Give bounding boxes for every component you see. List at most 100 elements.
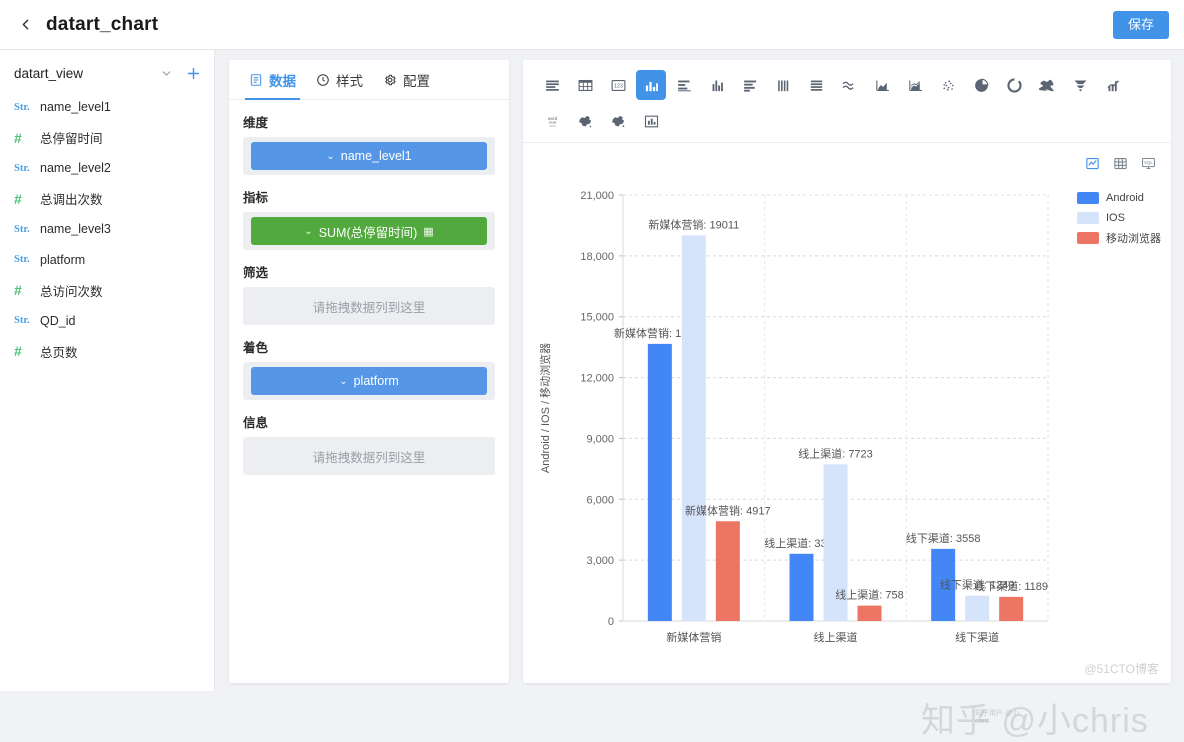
string-type-icon: Str. <box>14 223 30 235</box>
field-row[interactable]: Str. name_level3 <box>0 214 214 245</box>
y-tick-label: 6,000 <box>586 494 614 506</box>
bar[interactable] <box>715 521 740 621</box>
dropzone-dimension[interactable]: ⌄ name_level1 <box>243 137 495 175</box>
bar[interactable] <box>681 235 706 621</box>
bar-data-label: 线下渠道: 1189 <box>974 579 1048 593</box>
field-row[interactable]: Str. platform <box>0 245 214 276</box>
list-icon <box>249 73 263 87</box>
bar-data-label: 新媒体营销: 4917 <box>685 503 771 517</box>
field-row[interactable]: # 总访问次数 <box>0 275 214 306</box>
treemap-icon[interactable] <box>1032 70 1062 100</box>
legend-swatch <box>1077 232 1099 244</box>
top-bar: datart_chart 保存 <box>0 0 1184 50</box>
string-type-icon: Str. <box>14 315 30 327</box>
chevron-down-icon: ⌄ <box>326 150 335 162</box>
field-name: 总停留时间 <box>40 132 103 147</box>
china-map-icon[interactable] <box>570 106 600 136</box>
gear-icon <box>383 73 397 87</box>
field-name: name_level1 <box>40 100 111 115</box>
number-type-icon: # <box>14 190 22 207</box>
section-label-info: 信息 <box>243 416 269 430</box>
line-area-icon[interactable] <box>900 70 930 100</box>
field-chip-label: name_level1 <box>340 149 412 163</box>
field-row[interactable]: # 总停留时间 <box>0 123 214 154</box>
tab-settings[interactable]: 配置 <box>373 60 440 100</box>
view-name: datart_view <box>14 65 84 81</box>
pie-chart-icon[interactable] <box>966 70 996 100</box>
wave-line-icon[interactable] <box>834 70 864 100</box>
chart-type-toolbar: 123 word cloud tag list <box>523 60 1171 143</box>
legend-label: IOS <box>1106 212 1125 224</box>
field-row[interactable]: Str. name_level2 <box>0 153 214 184</box>
y-tick-label: 18,000 <box>580 251 614 263</box>
bar[interactable] <box>789 553 814 621</box>
number-type-icon: # <box>14 129 22 146</box>
y-tick-label: 3,000 <box>586 555 614 567</box>
tab-data[interactable]: 数据 <box>239 60 306 100</box>
horizontal-bar-icon[interactable] <box>669 70 699 100</box>
svg-text:tag list: tag list <box>549 124 556 127</box>
bar-line-combo-icon[interactable] <box>1098 70 1128 100</box>
legend-item[interactable]: IOS <box>1077 208 1161 228</box>
field-name: name_level3 <box>40 222 111 237</box>
area-chart-icon[interactable] <box>867 70 897 100</box>
vertical-lines-icon[interactable] <box>768 70 798 100</box>
column-chart-icon[interactable] <box>702 70 732 100</box>
field-chip-sum-stay-time[interactable]: ⌄ SUM(总停留时间) ▦ <box>251 217 487 245</box>
number-type-icon: # <box>14 282 22 299</box>
bar-data-label: 线上渠道: 7723 <box>798 446 873 460</box>
grid-table-icon[interactable] <box>570 70 600 100</box>
svg-text:cloud: cloud <box>548 120 556 124</box>
bar[interactable] <box>965 595 990 621</box>
bar-chart-box-icon[interactable] <box>636 106 666 136</box>
field-row[interactable]: Str. name_level1 <box>0 92 214 123</box>
back-button[interactable] <box>8 8 42 42</box>
field-row[interactable]: # 总调出次数 <box>0 184 214 215</box>
scatter-icon[interactable] <box>933 70 963 100</box>
legend-item[interactable]: Android <box>1077 188 1161 208</box>
field-name: 总访问次数 <box>40 284 103 299</box>
bar[interactable] <box>857 605 882 621</box>
chart-legend: Android IOS 移动浏览器 <box>1077 188 1161 248</box>
y-tick-label: 15,000 <box>580 312 614 324</box>
stacked-rows-icon[interactable] <box>801 70 831 100</box>
field-chip-name-level1[interactable]: ⌄ name_level1 <box>251 142 487 170</box>
legend-swatch <box>1077 192 1099 204</box>
bar[interactable] <box>999 596 1024 621</box>
save-button[interactable]: 保存 <box>1113 11 1169 39</box>
field-row[interactable]: Str. QD_id <box>0 306 214 337</box>
plus-icon[interactable] <box>182 62 204 84</box>
field-list: Str. name_level1 # 总停留时间 Str. name_level2 # 总调出… <box>0 92 214 367</box>
word-cloud-icon[interactable]: word cloud tag list <box>537 106 567 136</box>
tab-data-label: 数据 <box>269 73 296 89</box>
bar-data-label: 线上渠道: 758 <box>835 588 903 602</box>
dropzone-filter[interactable]: 请拖拽数据列到这里 <box>243 287 495 325</box>
field-name: QD_id <box>40 313 76 328</box>
table-icon[interactable] <box>537 70 567 100</box>
field-row[interactable]: # 总页数 <box>0 336 214 367</box>
chevron-down-icon[interactable] <box>156 63 176 83</box>
china-map-outline-icon[interactable] <box>603 106 633 136</box>
section-label-filter: 筛选 <box>243 266 269 280</box>
dropzone-info[interactable]: 请拖拽数据列到这里 <box>243 437 495 475</box>
doughnut-icon[interactable] <box>999 70 1029 100</box>
string-type-icon: Str. <box>14 162 30 174</box>
bar-chart-icon[interactable] <box>636 70 666 100</box>
tab-style[interactable]: 样式 <box>306 60 373 100</box>
dropzone-color[interactable]: ⌄ platform <box>243 362 495 400</box>
section-label-metric: 指标 <box>243 191 269 205</box>
tab-settings-label: 配置 <box>403 73 430 89</box>
field-name: name_level2 <box>40 161 111 176</box>
palette-icon <box>316 73 330 87</box>
number-card-icon[interactable]: 123 <box>603 70 633 100</box>
legend-item[interactable]: 移动浏览器 <box>1077 228 1161 248</box>
dropzone-metric[interactable]: ⌄ SUM(总停留时间) ▦ <box>243 212 495 250</box>
bar[interactable] <box>647 343 672 621</box>
number-type-icon: # <box>14 343 22 360</box>
field-chip-platform[interactable]: ⌄ platform <box>251 367 487 395</box>
funnel-icon[interactable] <box>1065 70 1095 100</box>
chart-config-panel: 数据 样式 配置 维度 ⌄ name_level1 指标 ⌄ SUM(总停留时间… <box>229 60 509 683</box>
bar-ranking-icon[interactable] <box>735 70 765 100</box>
field-chip-label: SUM(总停留时间) <box>318 225 418 240</box>
svg-text:123: 123 <box>614 83 623 89</box>
